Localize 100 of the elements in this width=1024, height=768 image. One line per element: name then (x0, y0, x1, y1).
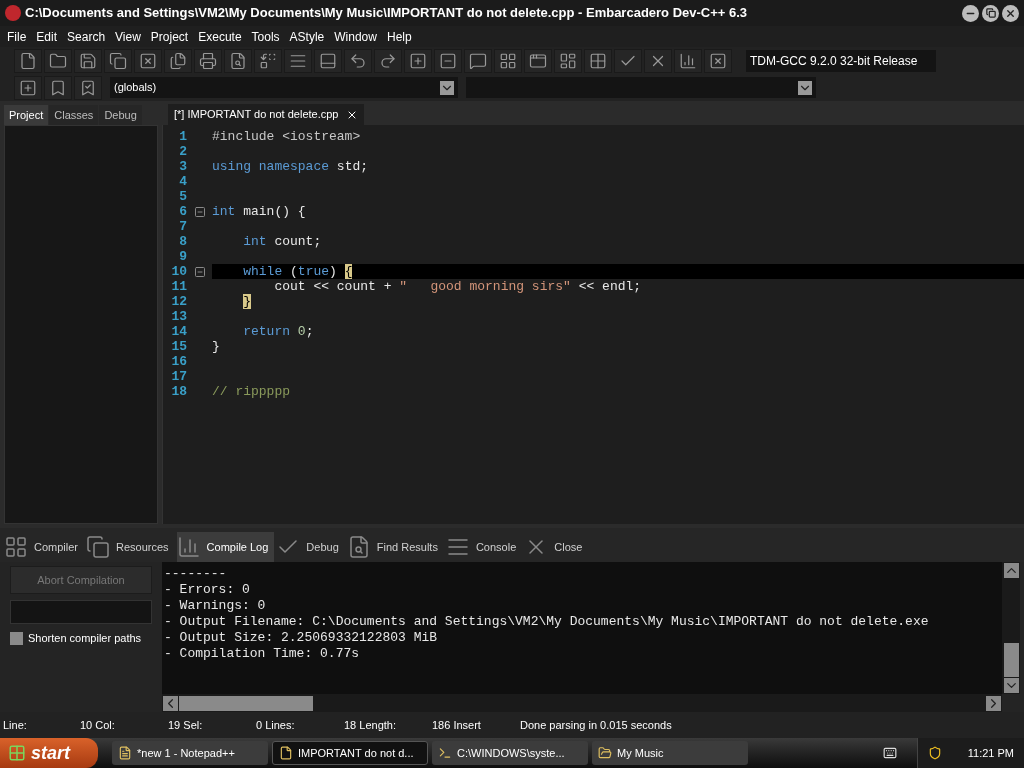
restore-button[interactable] (982, 4, 999, 22)
status-text: Done parsing in 0.015 seconds (520, 717, 672, 733)
code-line: int main() { (212, 204, 306, 219)
tiles-icon (589, 51, 607, 70)
scroll-up-icon[interactable] (1003, 563, 1019, 578)
redo-icon (379, 51, 397, 70)
menu-item[interactable]: Edit (31, 27, 63, 46)
toolbar-button[interactable] (554, 48, 582, 73)
shield-icon[interactable] (927, 746, 942, 760)
toolbar-button[interactable] (314, 48, 342, 73)
log-line: - Output Size: 2.25069332122803 MiB (164, 630, 438, 646)
toolbar-button[interactable] (344, 48, 372, 73)
member-select[interactable] (466, 77, 816, 98)
toolbar-button[interactable] (14, 48, 42, 73)
scroll-right-icon[interactable] (986, 695, 1001, 711)
clock: 11:21 PM (967, 745, 1014, 761)
close-icon (1005, 7, 1016, 19)
line-number: 17 (170, 369, 187, 384)
toolbar-button[interactable] (74, 75, 102, 100)
toolbar-button[interactable] (254, 48, 282, 73)
toolbar-button[interactable] (524, 48, 552, 73)
toolbar-button[interactable] (104, 48, 132, 73)
toolbar-button[interactable] (224, 48, 252, 73)
toolbar-button[interactable] (404, 48, 432, 73)
notepad-icon (118, 746, 132, 760)
toolbar-button[interactable] (134, 48, 162, 73)
log-line: - Warnings: 0 (164, 598, 266, 614)
taskbar-button[interactable]: C:\WINDOWS\syste... (432, 741, 588, 765)
toolbar-button[interactable] (584, 48, 612, 73)
menu-item[interactable]: Help (381, 27, 417, 46)
taskbar-button[interactable]: My Music (592, 741, 748, 765)
menu-item[interactable]: Window (329, 27, 382, 46)
toolbar-button[interactable] (44, 75, 72, 100)
horizontal-scrollbar[interactable] (162, 694, 1002, 712)
toolbar-button[interactable] (44, 48, 72, 73)
log-line: - Output Filename: C:\Documents and Settings\VM2\My Documents\My Music\IMPORTANT do not delete.exe (164, 614, 929, 630)
search-icon (229, 51, 247, 70)
line-number: 18 (170, 384, 187, 399)
menu-item[interactable]: Tools (246, 27, 285, 46)
toolbar-button[interactable] (464, 48, 492, 73)
new-file-icon (19, 51, 37, 70)
close-button[interactable] (1002, 4, 1019, 22)
dropdown-icon (798, 80, 812, 95)
toolbar-button[interactable] (494, 48, 522, 73)
compiler-select[interactable]: TDM-GCC 9.2.0 32-bit Release (746, 49, 936, 72)
editor-tab[interactable]: [*] IMPORTANT do not delete.cpp (168, 104, 365, 125)
menu-item[interactable]: Search (62, 27, 111, 46)
toolbar-button[interactable] (614, 48, 642, 73)
line-number: 9 (178, 249, 187, 264)
taskbar-button[interactable]: *new 1 - Notepad++ (112, 741, 268, 765)
panel-tab[interactable]: Find Results (346, 532, 444, 562)
toolbar-button[interactable] (284, 48, 312, 73)
fold-icon[interactable] (193, 265, 206, 278)
panel-tab[interactable]: Compiler (4, 532, 84, 562)
menu-item[interactable]: View (110, 27, 146, 46)
bookmark-icon (49, 78, 67, 97)
code-line: } (212, 339, 220, 354)
print-icon (199, 51, 217, 70)
fold-icon[interactable] (193, 205, 206, 218)
panel-tab[interactable]: Console (445, 532, 523, 562)
line-number: 15 (170, 339, 187, 354)
sidebar-tab[interactable]: Debug (99, 105, 142, 125)
menu-item[interactable]: Execute (193, 27, 247, 46)
sidebar-tab[interactable]: Classes (49, 105, 99, 125)
panel-tab[interactable]: Close (524, 532, 589, 562)
vertical-scrollbar[interactable] (1002, 562, 1020, 694)
code-line: return 0; (242, 324, 314, 339)
line-number: 14 (170, 324, 187, 339)
panel-tab[interactable]: Resources (86, 532, 175, 562)
scroll-thumb[interactable] (179, 695, 313, 711)
start-button[interactable]: start (0, 738, 98, 768)
keyboard-icon[interactable] (882, 746, 897, 760)
panel-tab[interactable]: Compile Log (176, 532, 275, 562)
add-icon (19, 78, 37, 97)
menu-item[interactable]: Project (145, 27, 194, 46)
toolbar-button[interactable] (194, 48, 222, 73)
scroll-thumb[interactable] (1003, 643, 1019, 677)
taskbar-button[interactable]: IMPORTANT do not d... (272, 741, 428, 765)
dropdown-icon (440, 80, 454, 95)
status-text: Line: (3, 717, 28, 733)
status-text: 10 Col: (80, 717, 116, 733)
scope-select[interactable]: (globals) (110, 77, 458, 98)
checkbox[interactable] (10, 631, 23, 645)
menu-item[interactable]: AStyle (284, 27, 330, 46)
window-title: C:\Documents and Settings\VM2\My Documents\My Music\IMPORTANT do not delete.cpp - Embarcadero Dev-C++ 6.3 (25, 4, 748, 23)
toolbar-button[interactable] (704, 48, 732, 73)
panel-tab[interactable]: Debug (276, 532, 345, 562)
toolbar-button[interactable] (374, 48, 402, 73)
toolbar-button[interactable] (674, 48, 702, 73)
toolbar-button[interactable] (644, 48, 672, 73)
minimize-button[interactable] (962, 4, 979, 22)
toolbar-button[interactable] (14, 75, 42, 100)
sidebar-tab[interactable]: Project (4, 105, 49, 125)
toolbar-button[interactable] (74, 48, 102, 73)
scroll-down-icon[interactable] (1003, 678, 1019, 693)
toolbar-button[interactable] (434, 48, 462, 73)
menu-item[interactable]: File (2, 27, 32, 46)
folder-icon (598, 746, 612, 760)
scroll-left-icon[interactable] (163, 695, 178, 711)
toolbar-button[interactable] (164, 48, 192, 73)
